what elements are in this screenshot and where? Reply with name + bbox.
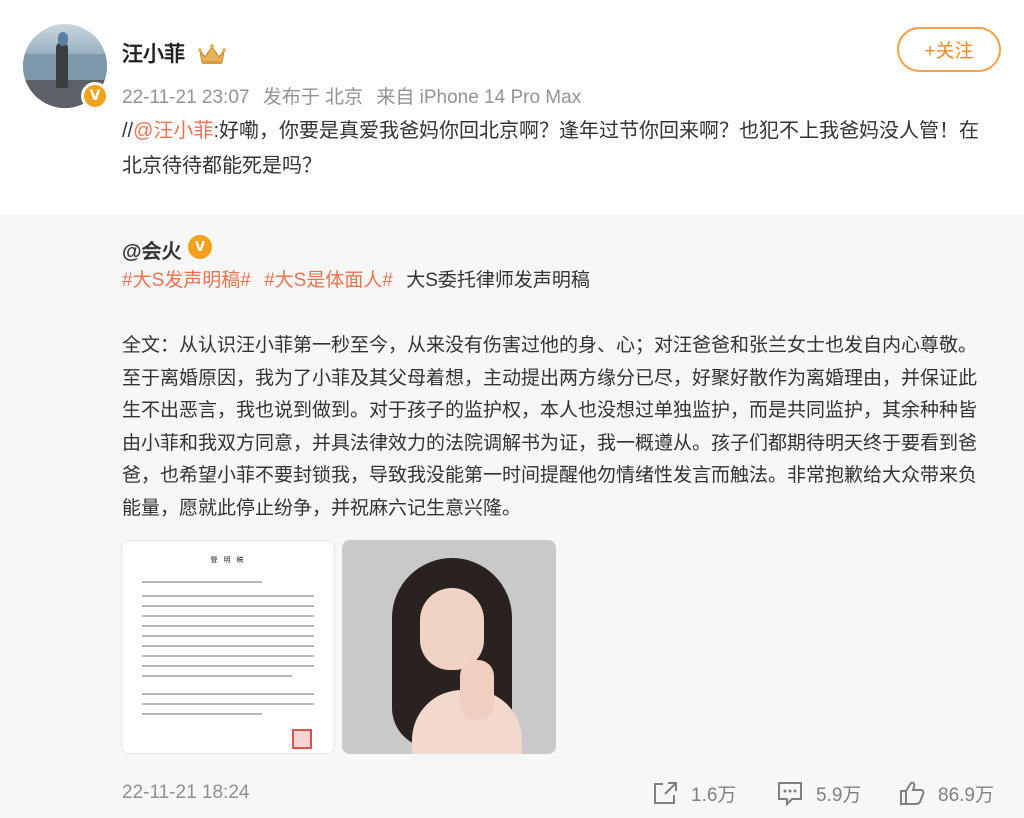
repost-body: :好嘞，你要是真爱我爸妈你回北京啊？逢年过节你回来啊？也犯不上我爸妈没人管！在北… [122, 120, 979, 177]
original-full-text: 全文：从认识汪小菲第一秒至今，从来没有伤害过他的身、心；对汪爸爸和张兰女士也发自… [122, 335, 978, 519]
avatar[interactable]: V [23, 24, 109, 110]
repost-prefix: // [122, 120, 134, 142]
original-author[interactable]: @会火 [122, 235, 182, 264]
share-button[interactable]: 1.6万 [651, 778, 736, 808]
repost-text: //@汪小菲:好嘞，你要是真爱我爸妈你回北京啊？逢年过节你回来啊？也犯不上我爸妈… [122, 114, 992, 184]
tag-suffix: 大S委托律师发声明稿 [406, 270, 590, 291]
seal-stamp [292, 729, 312, 749]
verified-badge-icon: V [188, 235, 212, 259]
hashtag[interactable]: #大S是体面人# [264, 270, 393, 291]
post-location: 发布于 北京 [262, 87, 364, 108]
post-time[interactable]: 22-11-21 23:07 [122, 87, 249, 108]
doc-title: 聲 明 稿 [210, 557, 246, 564]
post-meta: 22-11-21 23:07 发布于 北京 来自 iPhone 14 Pro M… [122, 82, 589, 109]
username[interactable]: 汪小菲 [122, 38, 185, 68]
comment-count: 5.9万 [816, 784, 862, 806]
follow-button[interactable]: +关注 [897, 27, 1001, 72]
comment-button[interactable]: 5.9万 [776, 778, 861, 808]
statement-image[interactable]: 聲 明 稿 [121, 540, 335, 754]
repost-mention[interactable]: @汪小菲 [133, 120, 213, 142]
post-header: V 汪小菲 22-11-21 23:07 发布于 北京 来自 iPhone 14… [0, 0, 1024, 214]
portrait-image[interactable] [342, 540, 556, 754]
crown-icon [198, 44, 226, 64]
tags-line: #大S发声明稿# #大S是体面人# 大S委托律师发声明稿 [122, 266, 590, 296]
post-source: 来自 iPhone 14 Pro Max [376, 87, 582, 108]
like-icon [900, 781, 925, 805]
hashtag[interactable]: #大S发声明稿# [122, 270, 251, 291]
share-count: 1.6万 [691, 784, 737, 806]
like-count: 86.9万 [938, 784, 994, 806]
like-button[interactable]: 86.9万 [898, 778, 994, 808]
original-timestamp[interactable]: 22-11-21 18:24 [122, 782, 249, 804]
share-icon [654, 782, 677, 804]
verified-badge-icon: V [81, 82, 109, 110]
comment-icon [778, 782, 802, 806]
